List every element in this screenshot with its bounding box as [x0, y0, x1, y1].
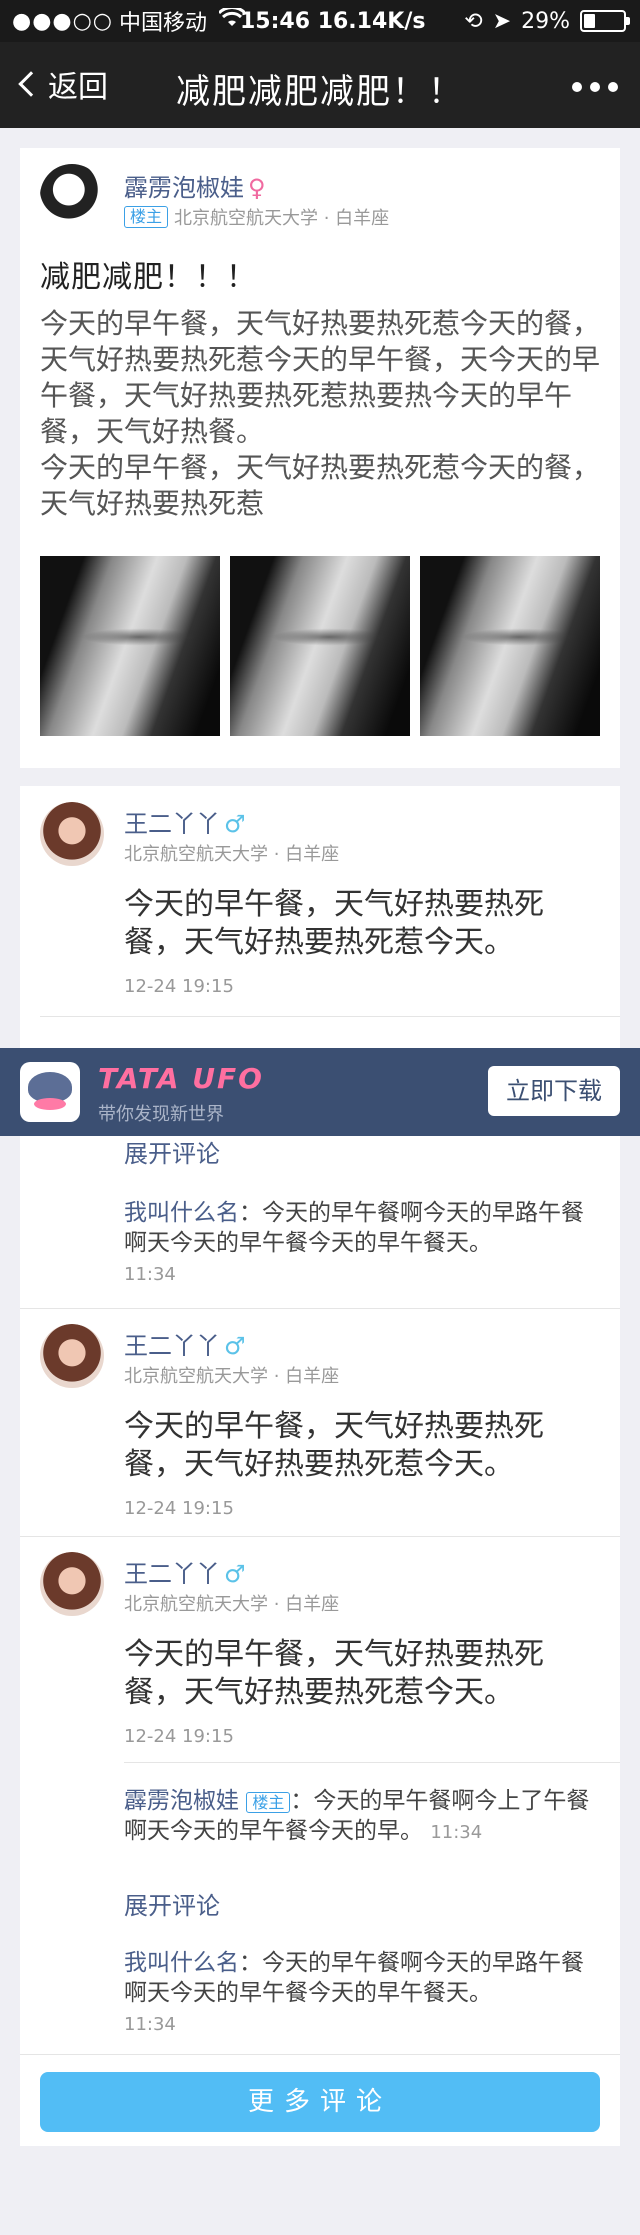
post-card: 霹雳泡椒娃 ♀ 楼主 北京航空航天大学 · 白羊座 减肥减肥！！！ 今天的早午餐，… [20, 148, 620, 768]
male-icon: ♂ [224, 1332, 246, 1360]
commenter-name[interactable]: 王二丫丫 ♂ [124, 804, 246, 839]
male-icon: ♂ [224, 810, 246, 838]
post-photo[interactable] [420, 556, 600, 736]
author-meta: 楼主 北京航空航天大学 · 白羊座 [124, 204, 389, 230]
expand-comments-link[interactable]: 展开评论 [124, 1886, 220, 1921]
dot-icon [590, 82, 600, 92]
more-options-button[interactable] [572, 82, 618, 92]
commenter-avatar[interactable] [40, 802, 104, 866]
commenter-name-text: 王二丫丫 [124, 810, 220, 838]
author-school: 北京航空航天大学 · 白羊座 [174, 208, 390, 229]
reply-author[interactable]: 霹雳泡椒娃 [124, 1788, 239, 1814]
comment-time: 12-24 19:15 [124, 1726, 234, 1747]
reply-item: 我叫什么名：今天的早午餐啊今天的早路午餐啊天今天的早午餐今天的早午餐天。 11:… [124, 1948, 604, 2040]
status-bar: ●●●○○ 中国移动 15:46 16.14K/s ⟲ ➤ 29% [0, 0, 640, 42]
comment-text: 今天的早午餐，天气好热要热死餐，天气好热要热死惹今天。 [124, 1409, 544, 1482]
op-badge: 楼主 [124, 206, 169, 228]
divider [20, 1308, 620, 1309]
page-title: 减肥减肥减肥！！ [176, 72, 464, 112]
comment-time: 12-24 19:15 [124, 976, 234, 997]
commenter-avatar[interactable] [40, 1552, 104, 1616]
divider [124, 1762, 620, 1763]
commenter-school: 北京航空航天大学 · 白羊座 [124, 1594, 340, 1615]
commenter-avatar[interactable] [40, 1324, 104, 1388]
author-name-text: 霹雳泡椒娃 [124, 174, 244, 202]
battery-level [584, 14, 596, 28]
reply-item: 我叫什么名：今天的早午餐啊今天的早路午餐啊天今天的早午餐今天的早午餐天。 11:… [124, 1198, 604, 1290]
author-name[interactable]: 霹雳泡椒娃 ♀ [124, 168, 266, 203]
comment-text: 今天的早午餐，天气好热要热死餐，天气好热要热死惹今天。 [124, 1637, 544, 1710]
dot-icon [572, 82, 582, 92]
reply-time: 11:34 [124, 1264, 176, 1285]
download-button[interactable]: 立即下载 [488, 1066, 620, 1116]
commenter-school: 北京航空航天大学 · 白羊座 [124, 1366, 340, 1387]
comment-list: 王二丫丫 ♂ 北京航空航天大学 · 白羊座 今天的早午餐，天气好热要热死餐，天气好… [20, 786, 620, 2146]
divider [40, 1016, 620, 1017]
reply-time: 11:34 [430, 1822, 483, 1843]
location-arrow-icon: ➤ [492, 8, 512, 34]
post-photo[interactable] [230, 556, 410, 736]
post-photo[interactable] [40, 556, 220, 736]
post-title: 减肥减肥！！！ [40, 260, 257, 295]
reply-author[interactable]: 我叫什么名 [124, 1950, 239, 1976]
commenter-name[interactable]: 王二丫丫 ♂ [124, 1554, 246, 1589]
banner-subtitle: 带你发现新世界 [98, 1104, 224, 1125]
author-avatar[interactable] [40, 164, 104, 228]
op-badge: 楼主 [246, 1792, 291, 1813]
commenter-name-text: 王二丫丫 [124, 1560, 220, 1588]
reply-author[interactable]: 我叫什么名 [124, 1200, 239, 1226]
female-icon: ♀ [248, 174, 266, 202]
more-comments-button[interactable]: 更多评论 [40, 2072, 600, 2132]
commenter-name-text: 王二丫丫 [124, 1332, 220, 1360]
nav-bar: 返回 减肥减肥减肥！！ [0, 42, 640, 128]
signal-icon: ●●●○○ [12, 8, 113, 34]
banner-brand: TATA UFO [98, 1062, 264, 1095]
reply-item: 霹雳泡椒娃 楼主 ：今天的早午餐啊今上了午餐啊天今天的早午餐今天的早。 11:34 [124, 1786, 604, 1848]
comment-text: 今天的早午餐，天气好热要热死餐，天气好热要热死惹今天。 [124, 887, 544, 960]
dot-icon [608, 82, 618, 92]
battery-percent: 29% [521, 8, 570, 34]
divider [20, 1536, 620, 1537]
male-icon: ♂ [224, 1560, 246, 1588]
comment-time: 12-24 19:15 [124, 1498, 234, 1519]
expand-comments-link[interactable]: 展开评论 [124, 1134, 220, 1169]
app-download-banner[interactable]: TATA UFO 带你发现新世界 立即下载 [0, 1048, 640, 1136]
carrier-name: 中国移动 [118, 11, 207, 36]
reply-time: 11:34 [124, 2014, 176, 2035]
commenter-name[interactable]: 王二丫丫 ♂ [124, 1326, 246, 1361]
battery-icon [580, 10, 630, 32]
rotation-lock-icon: ⟲ [464, 8, 483, 34]
divider [20, 2054, 620, 2055]
ufo-app-logo-icon [20, 1062, 80, 1122]
status-time: 15:46 16.14K/s [240, 8, 426, 34]
commenter-school: 北京航空航天大学 · 白羊座 [124, 844, 340, 865]
post-body: 今天的早午餐，天气好热要热死惹今天的餐，天气好热要热死惹今天的早午餐，天今天的早… [40, 307, 601, 520]
